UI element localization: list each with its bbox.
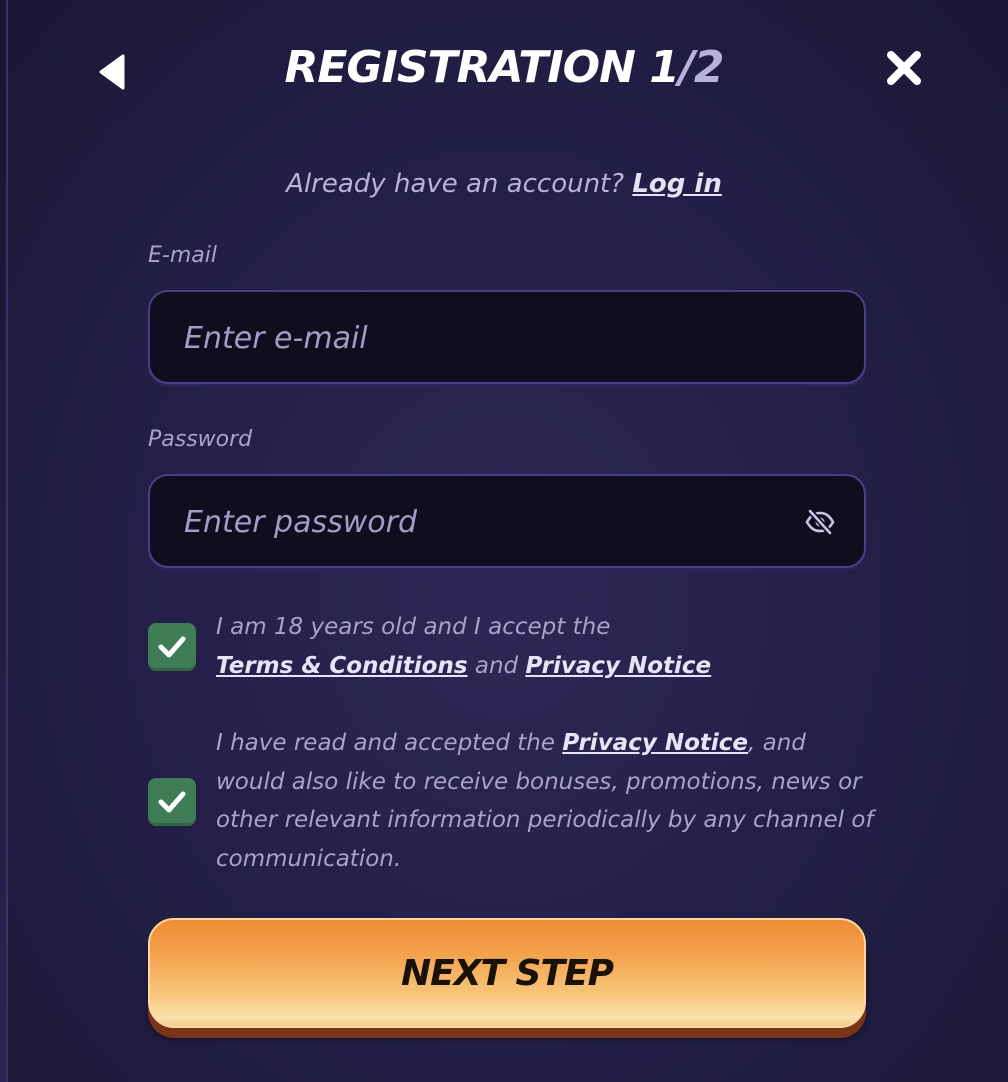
next-step-button[interactable]: NEXT STEP [148,918,866,1028]
title-text: REGISTRATION [284,42,650,93]
email-input[interactable] [182,292,786,384]
close-x-icon [887,51,921,85]
consent2-text-before: I have read and accepted the [216,730,563,756]
step-current: 1 [649,42,680,93]
checkmark-icon [158,791,186,813]
registration-modal: REGISTRATION 1/2 Already have an account… [0,0,1008,1082]
email-field-box [148,290,866,384]
age-terms-consent-text: I am 18 years old and I accept the Terms… [216,608,876,685]
password-visibility-toggle[interactable] [804,506,836,538]
marketing-consent-text: I have read and accepted the Privacy Not… [216,724,876,878]
email-label: E-mail [148,243,217,268]
password-input[interactable] [182,476,786,568]
step-total: 2 [693,42,725,93]
consent1-text-before: I am 18 years old and I accept the [216,614,611,640]
privacy-notice-link[interactable]: Privacy Notice [525,653,711,679]
eye-slash-icon [805,509,835,535]
terms-conditions-link[interactable]: Terms & Conditions [216,653,468,679]
consent1-text-middle: and [467,652,526,679]
password-label: Password [148,427,253,452]
password-field-box [148,474,866,568]
age-terms-checkbox[interactable] [148,623,196,671]
step-separator: / [678,42,695,93]
page-title: REGISTRATION 1/2 [0,38,1008,98]
login-prompt: Already have an account? Log in [0,164,1008,204]
login-prompt-text: Already have an account? [286,169,625,199]
login-link[interactable]: Log in [632,169,722,199]
marketing-consent-checkbox[interactable] [148,778,196,826]
next-step-label: NEXT STEP [400,952,614,994]
checkmark-icon [158,636,186,658]
close-button[interactable] [880,46,928,90]
modal-left-edge [0,0,8,1082]
privacy-notice-link-2[interactable]: Privacy Notice [562,730,748,756]
